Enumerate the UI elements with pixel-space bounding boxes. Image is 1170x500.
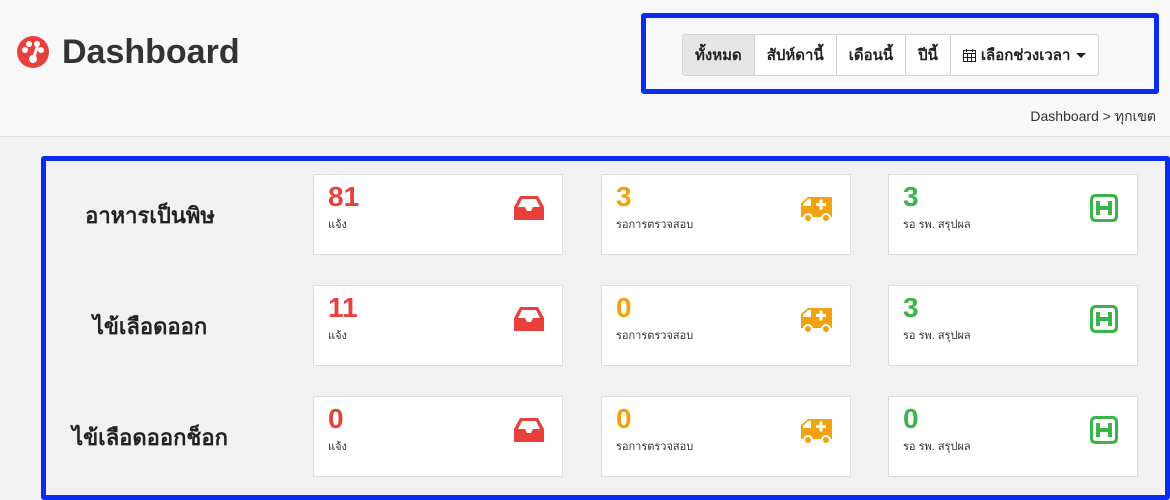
stat-card-reported[interactable]: 81 แจ้ง — [313, 174, 563, 255]
stat-value: 11 — [328, 292, 358, 323]
stat-card-pending-review[interactable]: 3 รอการตรวจสอบ — [601, 174, 851, 255]
ambulance-icon — [800, 193, 834, 223]
stat-value: 81 — [328, 181, 360, 212]
stat-value: 0 — [328, 403, 344, 434]
stat-caption: รอ รพ. สรุปผล — [903, 441, 971, 453]
stat-value: 3 — [903, 292, 919, 323]
dashboard-gauge-icon — [16, 35, 50, 69]
stat-caption: รอการตรวจสอบ — [616, 219, 694, 231]
inbox-icon — [512, 304, 546, 334]
stat-caption: รอการตรวจสอบ — [616, 441, 694, 453]
page-title: Dashboard — [16, 30, 240, 74]
stat-caption: แจ้ง — [328, 330, 347, 342]
stat-card-pending-review[interactable]: 0 รอการตรวจสอบ — [601, 396, 851, 477]
calendar-icon — [962, 48, 976, 62]
stat-caption: รอการตรวจสอบ — [616, 330, 694, 342]
stat-card-reported[interactable]: 0 แจ้ง — [313, 396, 563, 477]
page-title-text: Dashboard — [62, 32, 240, 71]
hospital-icon — [1087, 415, 1121, 445]
page-header: Dashboard ทั้งหมด สัปห์ดานี้ เดือนนี้ ปี… — [0, 0, 1170, 137]
range-this-month-button[interactable]: เดือนนี้ — [837, 35, 907, 75]
range-all-button[interactable]: ทั้งหมด — [683, 35, 755, 75]
row-label-dengue-shock: ไข้เลือดออกช็อก — [72, 425, 228, 450]
hospital-icon — [1087, 193, 1121, 223]
stat-card-pending-review[interactable]: 0 รอการตรวจสอบ — [601, 285, 851, 366]
row-label-food-poisoning: อาหารเป็นพิษ — [85, 203, 215, 228]
stat-caption: รอ รพ. สรุปผล — [903, 219, 971, 231]
chevron-down-icon — [1076, 52, 1087, 58]
row-label-dengue: ไข้เลือดออก — [92, 314, 208, 339]
range-this-year-button[interactable]: ปีนี้ — [906, 35, 951, 75]
range-this-week-button[interactable]: สัปห์ดานี้ — [755, 35, 837, 75]
range-custom-dropdown[interactable]: เลือกช่วงเวลา — [951, 35, 1099, 75]
stat-card-awaiting-hospital[interactable]: 0 รอ รพ. สรุปผล — [888, 396, 1138, 477]
inbox-icon — [512, 193, 546, 223]
stat-card-awaiting-hospital[interactable]: 3 รอ รพ. สรุปผล — [888, 174, 1138, 255]
inbox-icon — [512, 415, 546, 445]
stat-caption: แจ้ง — [328, 441, 347, 453]
stat-card-awaiting-hospital[interactable]: 3 รอ รพ. สรุปผล — [888, 285, 1138, 366]
ambulance-icon — [800, 415, 834, 445]
stat-caption: แจ้ง — [328, 219, 347, 231]
stat-value: 0 — [616, 292, 632, 323]
breadcrumb: Dashboard > ทุกเขต — [1030, 108, 1156, 124]
time-range-selector: ทั้งหมด สัปห์ดานี้ เดือนนี้ ปีนี้ เลือกช… — [682, 34, 1100, 76]
stat-value: 0 — [616, 403, 632, 434]
stat-value: 3 — [616, 181, 632, 212]
hospital-icon — [1087, 304, 1121, 334]
stat-caption: รอ รพ. สรุปผล — [903, 330, 971, 342]
ambulance-icon — [800, 304, 834, 334]
range-custom-label: เลือกช่วงเวลา — [980, 47, 1071, 64]
stat-value: 0 — [903, 403, 919, 434]
stat-card-reported[interactable]: 11 แจ้ง — [313, 285, 563, 366]
stat-value: 3 — [903, 181, 919, 212]
